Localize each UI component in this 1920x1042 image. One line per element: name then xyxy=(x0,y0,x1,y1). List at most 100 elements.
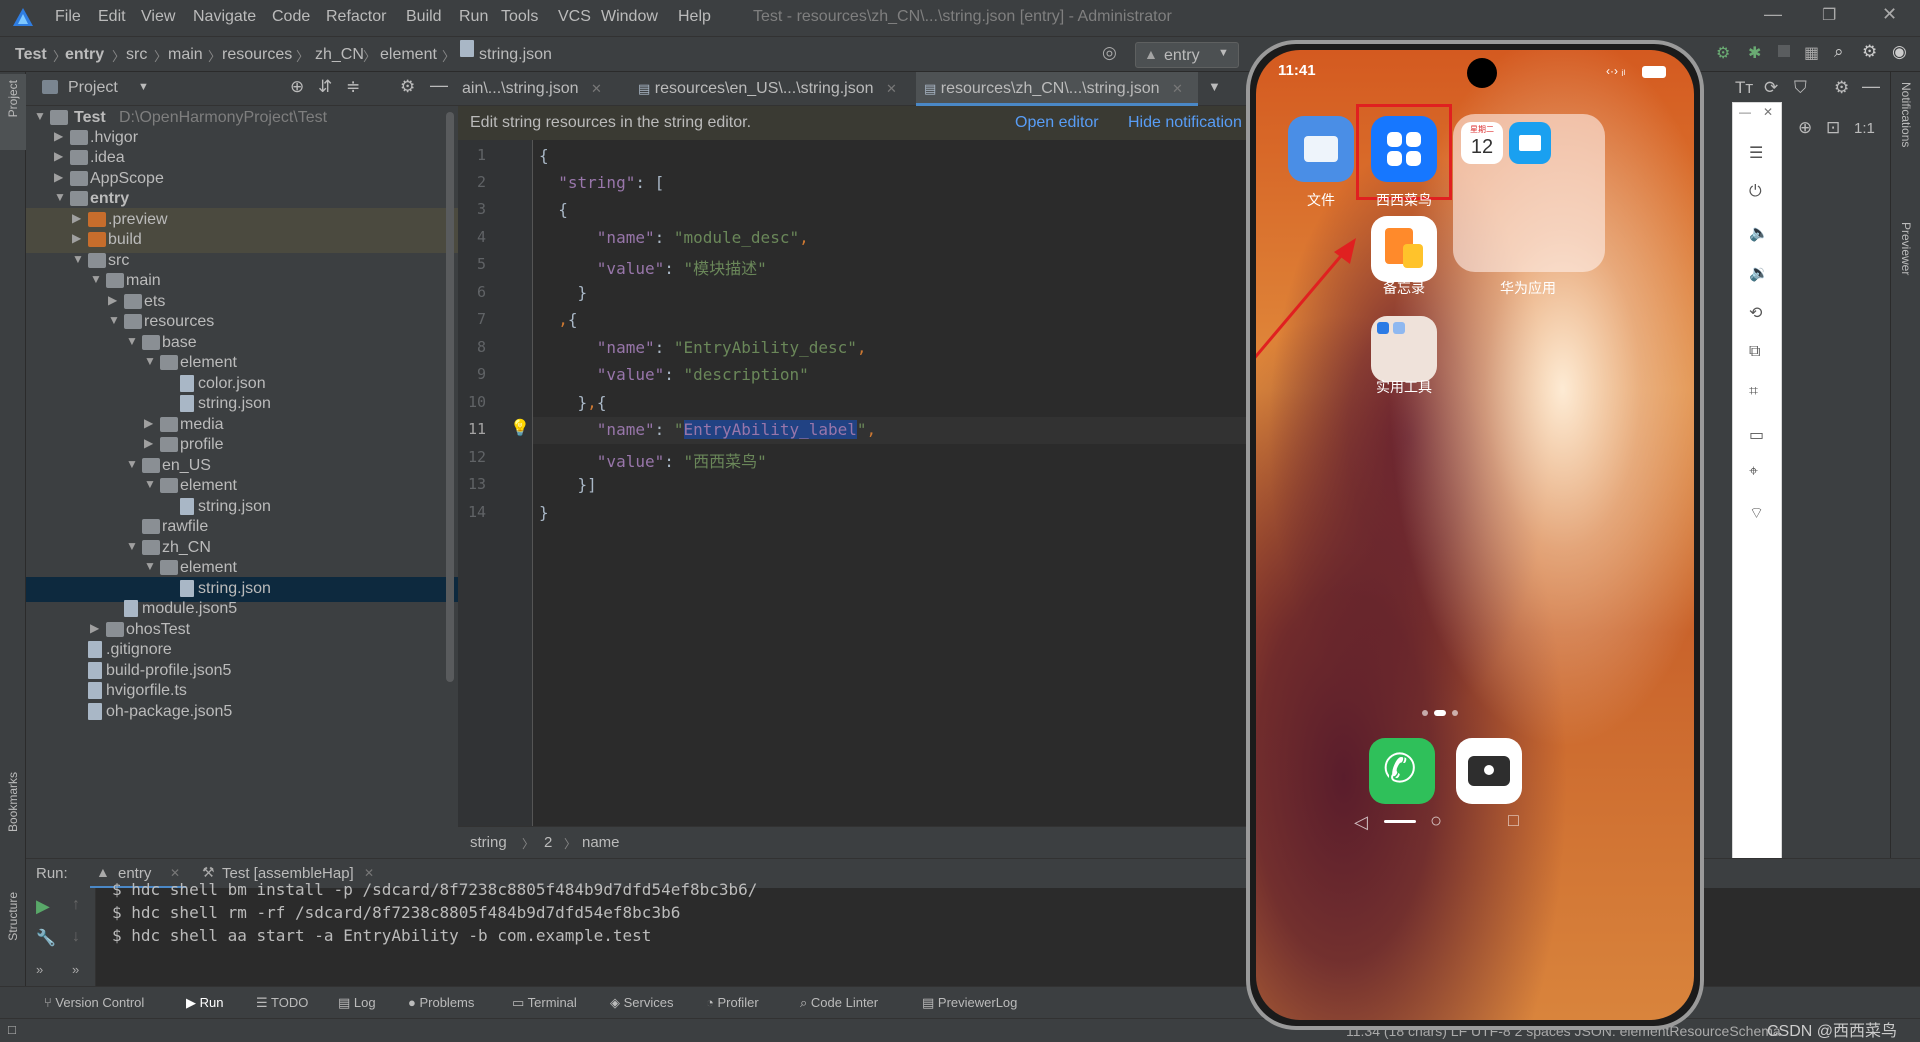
crumb-index[interactable]: 2 xyxy=(544,834,552,851)
locate-icon[interactable]: ⊕ xyxy=(290,77,304,97)
code-editor[interactable]: { "string": [ { "name": "module_desc", "… xyxy=(533,140,1258,826)
minimize-icon[interactable]: — xyxy=(1764,4,1782,25)
rotate-icon[interactable]: ⟲ xyxy=(1749,303,1762,323)
search-icon[interactable]: ⌕ xyxy=(1834,42,1844,62)
zoom-in-icon[interactable]: ⊕ xyxy=(1798,118,1812,138)
menu-file[interactable]: File xyxy=(55,8,81,26)
close-sidebar-icon[interactable]: ✕ xyxy=(1763,105,1773,119)
close-tab-icon[interactable]: ✕ xyxy=(591,81,602,96)
menu-build[interactable]: Build xyxy=(406,8,442,26)
font-size-icon[interactable]: Tт xyxy=(1735,78,1753,98)
xixicainiao-app-icon[interactable] xyxy=(1371,116,1437,182)
project-structure-icon[interactable]: ▦ xyxy=(1804,43,1819,63)
tool-code-linter[interactable]: ⌕ Code Linter xyxy=(800,995,878,1011)
layout-icon[interactable]: □ xyxy=(8,1022,16,1037)
close-tab-icon[interactable]: ✕ xyxy=(886,81,897,96)
breadcrumb-string-json[interactable]: string.json xyxy=(479,46,552,64)
project-panel-title[interactable]: Project xyxy=(68,79,118,97)
fold-icon[interactable]: ⧉ xyxy=(1749,343,1760,361)
close-tab-icon[interactable]: ✕ xyxy=(364,866,374,880)
crumb-name[interactable]: name xyxy=(582,834,620,851)
close-tab-icon[interactable]: ✕ xyxy=(1172,81,1183,96)
close-icon[interactable]: ✕ xyxy=(1882,4,1897,25)
hide-panel-icon[interactable]: — xyxy=(430,75,448,96)
actual-size-icon[interactable]: 1:1 xyxy=(1854,120,1875,137)
menu-navigate[interactable]: Navigate xyxy=(193,8,256,26)
menu-refactor[interactable]: Refactor xyxy=(326,8,386,26)
previewer-tool-label[interactable]: Previewer xyxy=(1899,222,1913,275)
files-app-icon[interactable] xyxy=(1288,116,1354,182)
battery-icon[interactable]: ▭ xyxy=(1749,425,1764,445)
tool-run[interactable]: ▶ Run xyxy=(186,995,223,1011)
rerun-icon[interactable]: ▶ xyxy=(36,896,50,917)
stop-icon[interactable] xyxy=(1778,45,1790,57)
menu-tools[interactable]: Tools xyxy=(501,8,538,26)
project-scrollbar[interactable] xyxy=(446,112,454,682)
breadcrumb-entry[interactable]: entry xyxy=(65,46,104,64)
tool-profiler[interactable]: ◔ Profiler xyxy=(706,995,759,1010)
scroll-down-icon[interactable]: ↓ xyxy=(72,928,80,946)
panel-settings-icon[interactable]: ⚙ xyxy=(400,77,415,97)
project-tool-button[interactable]: Project xyxy=(0,74,26,150)
tool-services[interactable]: ◈ Services xyxy=(610,995,673,1011)
crumb-string[interactable]: string xyxy=(470,834,507,851)
menu-window[interactable]: Window xyxy=(601,8,658,26)
restore-icon[interactable]: ❐ xyxy=(1822,5,1836,25)
breadcrumb-zh-cn[interactable]: zh_CN xyxy=(315,46,364,64)
breadcrumb-element[interactable]: element xyxy=(380,46,437,64)
previewer-settings-icon[interactable]: ⚙ xyxy=(1834,78,1849,98)
tree-item[interactable]: oh-package.json5 xyxy=(26,700,458,725)
more-icon[interactable]: » xyxy=(72,962,79,977)
menu-help[interactable]: Help xyxy=(678,8,711,26)
structure-tool-label[interactable]: Structure xyxy=(6,892,20,941)
scroll-up-icon[interactable]: ↑ xyxy=(72,896,80,914)
breadcrumb-test[interactable]: Test xyxy=(15,46,47,64)
expand-all-icon[interactable]: ⇵ xyxy=(318,77,332,97)
tool-terminal[interactable]: ▭ Terminal xyxy=(512,995,577,1011)
crop-icon[interactable]: ⌗ xyxy=(1749,383,1758,401)
camera-app-icon[interactable] xyxy=(1456,738,1522,804)
nav-home-icon[interactable]: ○ xyxy=(1430,810,1442,833)
tab-en-us-string-json[interactable]: ▤ resources\en_US\...\string.json ✕ xyxy=(638,72,904,106)
tool-problems[interactable]: ● Problems xyxy=(408,995,474,1010)
close-tab-icon[interactable]: ✕ xyxy=(170,866,180,880)
fit-screen-icon[interactable]: ⊡ xyxy=(1826,118,1840,138)
tab-main-string-json[interactable]: ain\...\string.json ✕ xyxy=(458,72,608,106)
notifications-tool-label[interactable]: Notifications xyxy=(1899,82,1913,147)
more-icon[interactable]: » xyxy=(36,962,43,977)
debug-icon[interactable]: ✱ xyxy=(1748,43,1761,63)
breadcrumb-resources[interactable]: resources xyxy=(222,46,292,64)
menu-code[interactable]: Code xyxy=(272,8,310,26)
tool-version-control[interactable]: ⑂ Version Control xyxy=(44,995,144,1010)
volume-down-icon[interactable]: 🔉 xyxy=(1749,263,1769,283)
tool-previewer-log[interactable]: ▤ PreviewerLog xyxy=(922,995,1017,1011)
tab-zh-cn-string-json[interactable]: ▤ resources\zh_CN\...\string.json ✕ xyxy=(916,72,1198,106)
lightbulb-icon[interactable]: 💡 xyxy=(510,418,530,438)
tool-log[interactable]: ▤ Log xyxy=(338,995,376,1011)
wrench-icon[interactable]: 🔧 xyxy=(36,928,56,948)
build-icon[interactable]: ⚙ xyxy=(1716,43,1730,63)
bookmarks-tool-label[interactable]: Bookmarks xyxy=(6,772,20,832)
breadcrumb-main[interactable]: main xyxy=(168,46,203,64)
tab-list-chevron-icon[interactable]: ▼ xyxy=(1208,79,1221,94)
wifi-icon[interactable]: ⌔ xyxy=(1749,503,1764,523)
open-editor-link[interactable]: Open editor xyxy=(1015,114,1099,132)
power-icon[interactable]: ⏻ xyxy=(1749,183,1762,201)
phone-app-icon[interactable]: ✆ xyxy=(1369,738,1435,804)
refresh-icon[interactable]: ⟳ xyxy=(1764,78,1778,98)
target-icon[interactable]: ◎ xyxy=(1102,43,1117,63)
menu-run[interactable]: Run xyxy=(459,8,488,26)
filter-icon[interactable]: ⛉ xyxy=(1794,78,1807,98)
hide-previewer-icon[interactable]: — xyxy=(1862,76,1880,97)
settings-gear-icon[interactable]: ⚙ xyxy=(1862,42,1877,62)
hide-notification-link[interactable]: Hide notification xyxy=(1128,114,1242,132)
volume-up-icon[interactable]: 🔈 xyxy=(1749,223,1769,243)
tool-todo[interactable]: ☰ TODO xyxy=(256,995,308,1011)
run-config-select[interactable]: ▲ entry ▼ xyxy=(1135,42,1239,68)
menu-icon[interactable]: ☰ xyxy=(1749,143,1763,163)
breadcrumb-src[interactable]: src xyxy=(126,46,147,64)
phone-screen[interactable]: 11:41 ‹·› ᵢₗ 文件 西西菜鸟 星期二 12 华为应用 备忘录 实用工… xyxy=(1256,50,1694,1020)
chevron-down-icon[interactable]: ▼ xyxy=(138,81,149,93)
nav-recents-icon[interactable]: □ xyxy=(1508,810,1519,831)
collapse-all-icon[interactable]: ≑ xyxy=(346,77,360,97)
